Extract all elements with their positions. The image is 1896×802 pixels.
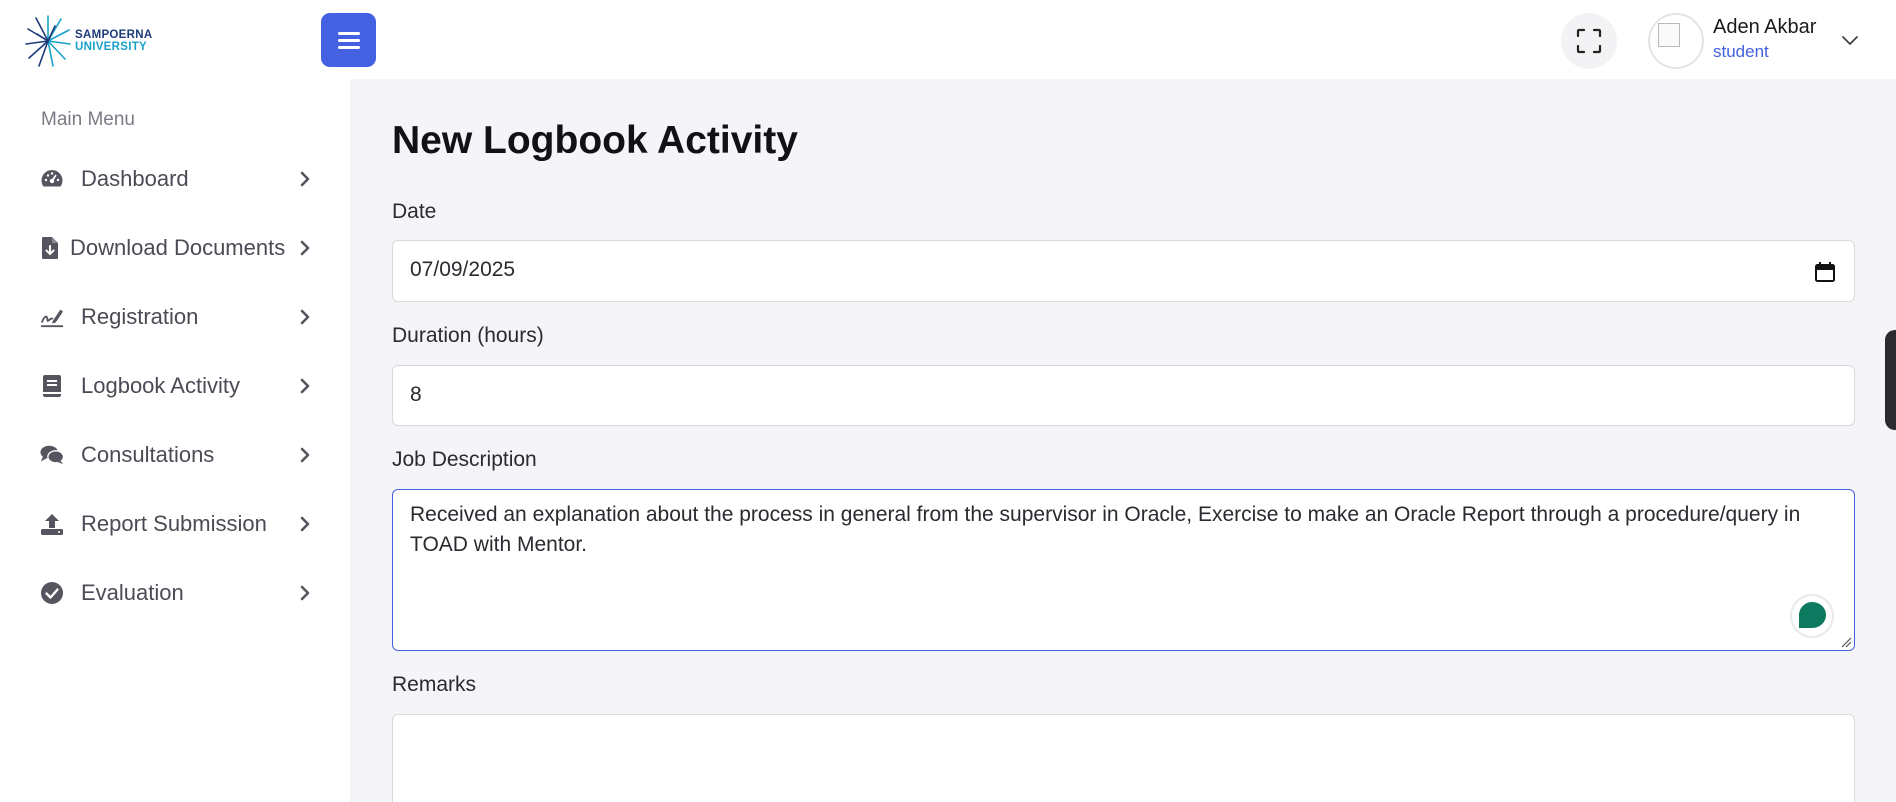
signature-icon — [40, 305, 64, 329]
chevron-right-icon — [300, 240, 310, 256]
main-content: New Logbook Activity Date 07/09/2025 Dur… — [350, 79, 1896, 802]
logo-line-1: SAMPOERNA — [75, 29, 153, 41]
sidebar-item-download-documents[interactable]: Download Documents — [0, 218, 350, 278]
chevron-right-icon — [300, 447, 310, 463]
sidebar-item-registration[interactable]: Registration — [0, 287, 350, 347]
fullscreen-button[interactable] — [1561, 13, 1617, 69]
job-description-label: Job Description — [392, 448, 537, 471]
file-download-icon — [38, 236, 62, 260]
upload-icon — [40, 512, 64, 536]
sidebar-item-label: Logbook Activity — [81, 373, 240, 398]
chevron-right-icon — [300, 309, 310, 325]
sidebar-item-label: Consultations — [81, 442, 215, 467]
top-header: SAMPOERNA UNIVERSITY Aden Akbar student — [0, 0, 1896, 79]
chevron-right-icon — [300, 585, 310, 601]
broken-image-icon — [1658, 23, 1680, 47]
avatar[interactable] — [1648, 13, 1704, 69]
sunburst-logo-icon — [25, 15, 71, 67]
sidebar-item-logbook-activity[interactable]: Logbook Activity — [0, 356, 350, 416]
job-description-value: Received an explanation about the proces… — [410, 503, 1801, 556]
sidebar-item-label: Dashboard — [81, 166, 189, 191]
sidebar-item-label: Registration — [81, 304, 199, 329]
chat-bubble-icon — [1799, 602, 1826, 628]
chevron-right-icon — [300, 378, 310, 394]
logo-text: SAMPOERNA UNIVERSITY — [75, 29, 152, 53]
user-role: student — [1713, 42, 1769, 61]
sidebar-title: Main Menu — [41, 109, 135, 130]
sidebar-item-consultations[interactable]: Consultations — [0, 425, 350, 485]
check-circle-icon — [40, 581, 64, 605]
logo-line-2: UNIVERSITY — [75, 41, 148, 53]
date-value: 07/09/2025 — [410, 258, 516, 281]
date-input[interactable]: 07/09/2025 — [392, 240, 1855, 302]
sidebar-item-label: Report Submission — [81, 511, 267, 536]
duration-input[interactable]: 8 — [392, 365, 1855, 426]
side-drawer-tab[interactable] — [1885, 330, 1896, 430]
resize-grip-icon[interactable] — [1840, 636, 1852, 648]
sidebar-item-evaluation[interactable]: Evaluation — [0, 563, 350, 623]
duration-label: Duration (hours) — [392, 324, 544, 347]
university-logo[interactable]: SAMPOERNA UNIVERSITY — [25, 13, 165, 69]
sidebar-item-report-submission[interactable]: Report Submission — [0, 494, 350, 554]
menu-toggle-button[interactable] — [321, 13, 376, 67]
job-description-textarea[interactable]: Received an explanation about the proces… — [392, 489, 1855, 651]
date-label: Date — [392, 200, 437, 223]
remarks-textarea[interactable] — [392, 714, 1855, 802]
fullscreen-icon — [1576, 28, 1602, 54]
book-icon — [40, 374, 64, 398]
sidebar-item-label: Download Documents — [70, 235, 286, 260]
comments-icon — [40, 443, 64, 467]
calendar-icon[interactable] — [1814, 261, 1836, 283]
chevron-right-icon — [300, 516, 310, 532]
remarks-label: Remarks — [392, 673, 477, 696]
user-name[interactable]: Aden Akbar — [1713, 16, 1816, 39]
writing-assistant-button[interactable] — [1792, 596, 1832, 636]
sidebar-item-label: Evaluation — [81, 580, 184, 605]
page-title: New Logbook Activity — [392, 119, 798, 162]
hamburger-icon — [337, 28, 360, 53]
chevron-right-icon — [300, 171, 310, 187]
duration-value: 8 — [410, 383, 422, 406]
sidebar-item-dashboard[interactable]: Dashboard — [0, 149, 350, 209]
sidebar: Main Menu Dashboard Download Documents R… — [0, 79, 350, 802]
chevron-down-icon[interactable] — [1840, 32, 1860, 48]
gauge-icon — [40, 167, 64, 191]
